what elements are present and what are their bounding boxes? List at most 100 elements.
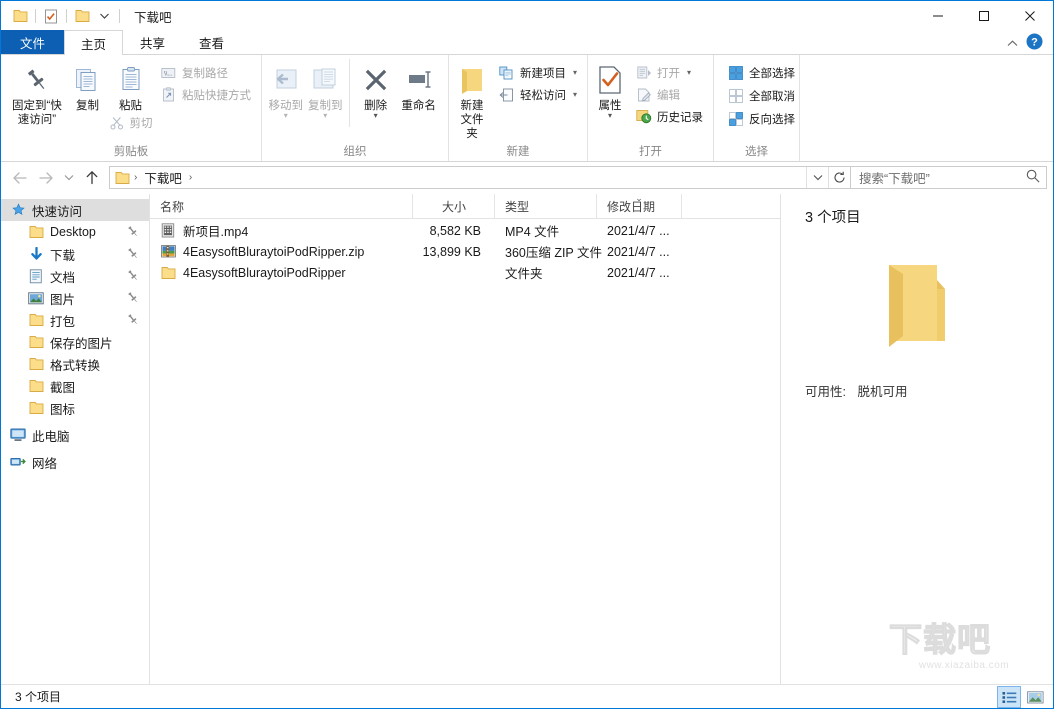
copy-to-caret-icon[interactable]: ▾: [323, 112, 327, 120]
sidebar-item-downloads[interactable]: 下载: [1, 243, 149, 265]
delete-caret-icon[interactable]: ▾: [374, 112, 378, 120]
ribbon-group-new: 新建 文件夹 新建项目 ▾ 轻松访问 ▾ 新建: [449, 55, 588, 161]
view-mode-buttons: [997, 686, 1047, 708]
easy-access-caret-icon[interactable]: ▾: [573, 90, 577, 99]
history-button[interactable]: 历史记录: [632, 106, 707, 127]
copy-button[interactable]: 复制: [67, 59, 108, 113]
rename-button[interactable]: 重命名: [395, 59, 442, 113]
sidebar-item-saved-pictures[interactable]: 保存的图片: [1, 331, 149, 353]
invert-selection-button[interactable]: 反向选择: [724, 108, 799, 129]
sidebar-item-this-pc[interactable]: 此电脑: [1, 424, 149, 446]
back-button[interactable]: [7, 166, 33, 190]
sidebar-item-pictures[interactable]: 图片: [1, 287, 149, 309]
select-all-button[interactable]: 全部选择: [724, 62, 799, 83]
pin-icon[interactable]: [127, 313, 139, 329]
open-button[interactable]: 打开 ▾: [632, 62, 707, 83]
column-header-date-label: 修改日期: [607, 199, 656, 214]
breadcrumb-bar[interactable]: › 下载吧 ›: [109, 166, 851, 189]
new-item-caret-icon[interactable]: ▾: [573, 68, 577, 77]
folder-icon: [27, 401, 45, 415]
navigation-pane[interactable]: 快速访问 Desktop 下载 文档 图片 打包 保存的图片 格式转换 截图 图…: [1, 194, 150, 684]
ribbon-group-select-label: 选择: [745, 146, 768, 158]
tab-view[interactable]: 查看: [182, 30, 241, 54]
sidebar-item-format-convert-label: 格式转换: [50, 358, 101, 373]
column-header-type[interactable]: 类型: [495, 193, 597, 219]
breadcrumb-item-current[interactable]: 下载吧: [141, 168, 185, 187]
sidebar-item-screenshots[interactable]: 截图: [1, 375, 149, 397]
tab-file[interactable]: 文件: [1, 30, 65, 54]
sidebar-item-icons[interactable]: 图标: [1, 397, 149, 419]
move-to-caret-icon[interactable]: ▾: [284, 112, 288, 120]
table-row[interactable]: 4EasysoftBluraytoiPodRipper 文件夹 2021/4/7…: [150, 262, 780, 283]
recent-locations-button[interactable]: [59, 166, 79, 190]
tab-home[interactable]: 主页: [64, 30, 124, 55]
copy-to-button[interactable]: 复制到 ▾: [305, 59, 344, 120]
address-bar: › 下载吧 › 搜索“下载吧”: [1, 162, 1053, 193]
copy-path-button[interactable]: \\... 复制路径: [157, 62, 255, 83]
edit-button[interactable]: 编辑: [632, 84, 707, 105]
qat-new-folder-icon[interactable]: [71, 5, 93, 27]
tab-share[interactable]: 共享: [123, 30, 182, 54]
details-pane-thumbnail: [805, 249, 1053, 359]
help-icon[interactable]: ?: [1026, 33, 1043, 53]
table-row[interactable]: 4EasysoftBluraytoiPodRipper.zip 13,899 K…: [150, 241, 780, 262]
breadcrumb-folder-icon[interactable]: [115, 171, 130, 185]
select-none-button[interactable]: 全部取消: [724, 85, 799, 106]
paste-button[interactable]: 粘贴 剪切: [108, 59, 153, 132]
breadcrumb-separator-1[interactable]: ›: [132, 172, 139, 183]
maximize-button[interactable]: [961, 1, 1007, 31]
zip-file-icon: [160, 244, 176, 260]
pin-icon[interactable]: [127, 269, 139, 285]
sidebar-item-network[interactable]: 网络: [1, 451, 149, 473]
cut-button[interactable]: 剪切: [109, 114, 153, 132]
pin-icon[interactable]: [127, 247, 139, 263]
delete-button[interactable]: 删除 ▾: [356, 59, 395, 120]
paste-shortcut-button[interactable]: 粘贴快捷方式: [157, 84, 255, 105]
ribbon-group-organize-label: 组织: [343, 146, 367, 158]
up-button[interactable]: [79, 166, 105, 190]
column-header-date[interactable]: ⌄ 修改日期: [597, 193, 682, 219]
search-icon[interactable]: [1026, 169, 1040, 186]
select-none-icon: [728, 88, 744, 104]
sidebar-item-desktop[interactable]: Desktop: [1, 221, 149, 243]
new-item-button[interactable]: 新建项目 ▾: [495, 62, 581, 83]
sidebar-item-quick-access[interactable]: 快速访问: [1, 199, 149, 221]
ribbon-tab-right-controls: ?: [1007, 31, 1049, 55]
properties-button[interactable]: 属性 ▾: [594, 59, 626, 120]
sidebar-item-quick-access-label: 快速访问: [32, 204, 83, 219]
qat-chevron-down-icon[interactable]: [93, 5, 115, 27]
forward-button[interactable]: [33, 166, 59, 190]
column-header-name[interactable]: 名称: [150, 193, 413, 219]
details-view-button[interactable]: [997, 686, 1021, 708]
pin-icon[interactable]: [127, 225, 139, 241]
sidebar-item-pictures-label: 图片: [50, 292, 76, 307]
column-header-size[interactable]: 大小: [413, 193, 495, 219]
close-button[interactable]: [1007, 1, 1053, 31]
column-headers: 名称 大小 类型 ⌄ 修改日期: [150, 193, 780, 219]
breadcrumb-separator-2[interactable]: ›: [187, 172, 194, 183]
search-input[interactable]: 搜索“下载吧”: [859, 168, 1026, 187]
qat-folder-icon[interactable]: [9, 5, 31, 27]
move-to-button[interactable]: 移动到 ▾: [266, 59, 305, 120]
large-icons-view-button[interactable]: [1023, 686, 1047, 708]
properties-caret-icon[interactable]: ▾: [608, 112, 612, 120]
sidebar-item-documents[interactable]: 文档: [1, 265, 149, 287]
cut-label: 剪切: [129, 118, 153, 130]
minimize-button[interactable]: [915, 1, 961, 31]
pin-to-quick-access-button[interactable]: 固定到“快 速访问”: [7, 59, 67, 127]
refresh-button[interactable]: [828, 167, 850, 188]
pin-icon[interactable]: [127, 291, 139, 307]
easy-access-button[interactable]: 轻松访问 ▾: [495, 84, 581, 105]
open-caret-icon[interactable]: ▾: [687, 68, 691, 77]
address-dropdown-button[interactable]: [806, 167, 828, 188]
table-row[interactable]: 新项目.mp4 8,582 KB MP4 文件 2021/4/7 ...: [150, 220, 780, 241]
ribbon-collapse-icon[interactable]: [1007, 36, 1018, 50]
qat-properties-icon[interactable]: [40, 5, 62, 27]
search-box[interactable]: 搜索“下载吧”: [851, 166, 1047, 189]
ribbon-group-clipboard: 固定到“快 速访问” 复制 粘贴 剪切 \\... 复制路径 粘贴快捷方式 剪贴…: [1, 55, 262, 161]
file-list[interactable]: 名称 大小 类型 ⌄ 修改日期 新项目.mp4 8,582 KB MP4 文件 …: [150, 193, 781, 684]
sidebar-item-dabao[interactable]: 打包: [1, 309, 149, 331]
new-folder-button[interactable]: 新建 文件夹: [455, 59, 489, 141]
breadcrumb-tools: [806, 167, 850, 188]
sidebar-item-format-convert[interactable]: 格式转换: [1, 353, 149, 375]
